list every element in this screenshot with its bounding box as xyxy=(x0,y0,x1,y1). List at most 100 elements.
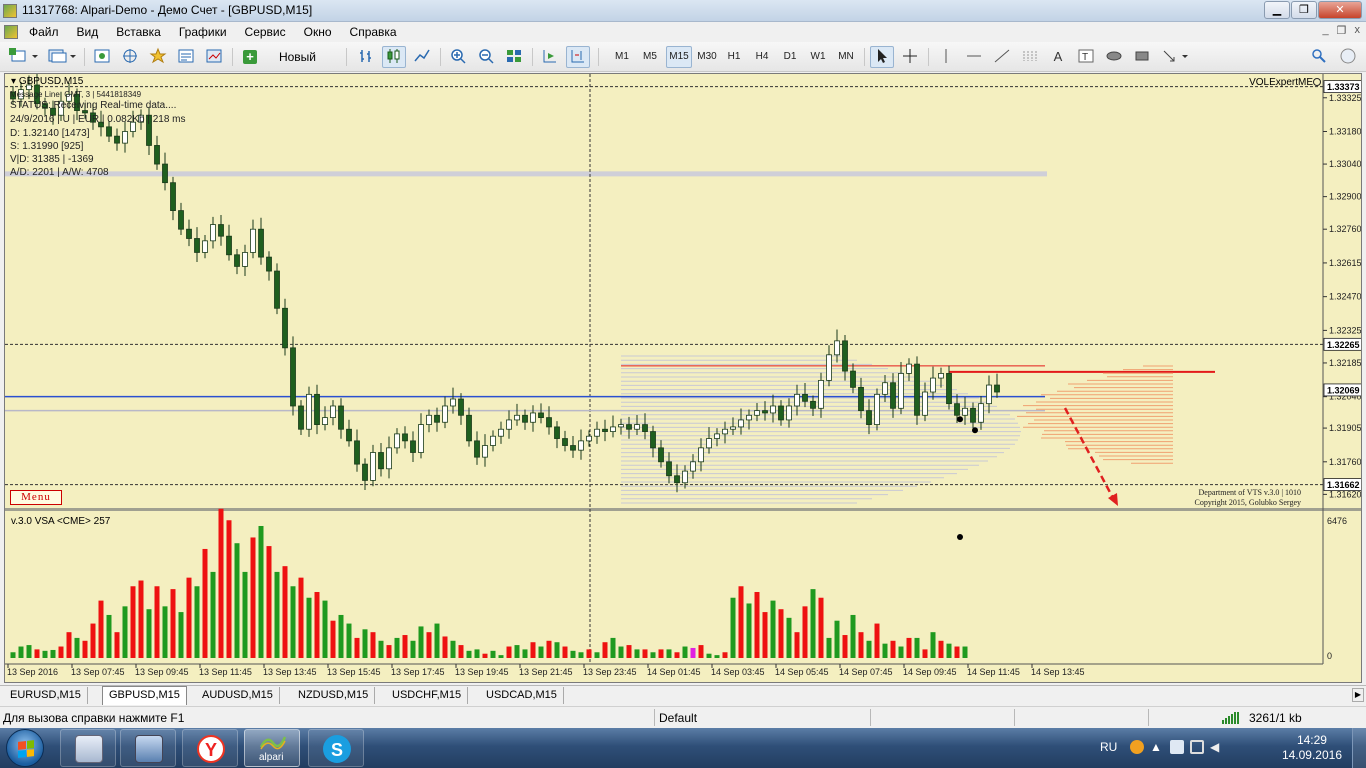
autoscroll-button[interactable] xyxy=(538,46,562,68)
menu-tools[interactable]: Сервис xyxy=(245,25,286,39)
tab-usdchf[interactable]: USDCHF,M15 xyxy=(386,687,469,704)
menu-window[interactable]: Окно xyxy=(304,25,332,39)
menu-charts[interactable]: Графики xyxy=(179,25,227,39)
volume-bar xyxy=(50,649,56,658)
start-button[interactable] xyxy=(6,729,44,767)
profiles-button[interactable] xyxy=(44,46,78,68)
tray-monitor-icon[interactable] xyxy=(1190,740,1204,754)
timeframe-m5[interactable]: M5 xyxy=(638,46,662,68)
tab-audusd[interactable]: AUDUSD,M15 xyxy=(196,687,280,704)
price-chart[interactable]: 1.33325 1.33180 1.33040 1.32900 1.32760 1.326… xyxy=(5,74,1362,683)
menu-file[interactable]: Файл xyxy=(29,25,59,39)
vertical-line-button[interactable] xyxy=(934,46,958,68)
price-tick-label: 1.32760 xyxy=(1329,224,1362,234)
volume-bar xyxy=(274,571,280,658)
show-desktop-button[interactable] xyxy=(1352,728,1366,768)
candle-body xyxy=(338,405,344,430)
mdi-restore-button[interactable]: ❐ xyxy=(1337,24,1347,37)
tray-app-icon[interactable] xyxy=(1130,740,1144,754)
tile-windows-button[interactable] xyxy=(502,46,526,68)
volume-bar xyxy=(554,642,560,658)
arrows-button[interactable] xyxy=(1158,46,1192,68)
horizontal-line-button[interactable] xyxy=(962,46,986,68)
crosshair-button[interactable] xyxy=(898,46,922,68)
candle-body xyxy=(762,410,768,414)
timeframe-m1[interactable]: M1 xyxy=(610,46,634,68)
minimize-button[interactable]: ▁ xyxy=(1264,1,1290,19)
tester-button[interactable] xyxy=(202,46,226,68)
volume-bar xyxy=(386,645,392,658)
community-button[interactable] xyxy=(1334,46,1362,68)
tray-network-icon[interactable] xyxy=(1170,740,1184,754)
taskbar-yandex-browser[interactable]: Y xyxy=(182,729,238,767)
time-tick-label: 13 Sep 11:45 xyxy=(199,667,252,677)
close-button[interactable]: ✕ xyxy=(1318,1,1362,19)
cursor-button[interactable] xyxy=(870,46,894,68)
timeframe-m15[interactable]: M15 xyxy=(666,46,692,68)
volume-bar xyxy=(850,614,856,658)
chart-shift-button[interactable] xyxy=(566,46,590,68)
zoom-in-button[interactable] xyxy=(446,46,470,68)
bar-chart-button[interactable] xyxy=(354,46,378,68)
tab-usdcad[interactable]: USDCAD,M15 xyxy=(480,687,564,704)
trendline-button[interactable] xyxy=(990,46,1014,68)
mdi-close-button[interactable]: x xyxy=(1355,24,1361,37)
volume-bar xyxy=(882,643,888,658)
timeframe-w1[interactable]: W1 xyxy=(806,46,830,68)
rectangle-button[interactable] xyxy=(1130,46,1154,68)
new-order-button[interactable]: + Новый ордер xyxy=(238,46,340,84)
volume-bar xyxy=(490,650,496,658)
tabs-scroll-right-icon[interactable]: ▶ xyxy=(1352,688,1364,702)
candle-body xyxy=(210,224,216,242)
search-button[interactable] xyxy=(1308,46,1330,68)
candle-body xyxy=(362,463,368,481)
line-chart-button[interactable] xyxy=(410,46,434,68)
mdi-minimize-button[interactable]: _ xyxy=(1323,24,1329,37)
tab-eurusd[interactable]: EURUSD,M15 xyxy=(4,687,88,704)
volume-bar xyxy=(370,632,376,658)
info-supply: S: 1.31990 [925] xyxy=(10,141,84,152)
chart-window-icon[interactable] xyxy=(4,25,18,39)
text-tool-button[interactable]: A xyxy=(1046,46,1070,68)
timeframe-mn[interactable]: MN xyxy=(834,46,858,68)
terminal-button[interactable] xyxy=(174,46,198,68)
text-label-button[interactable]: T xyxy=(1074,46,1098,68)
new-chart-button[interactable] xyxy=(6,46,40,68)
language-indicator[interactable]: RU xyxy=(1100,740,1117,754)
candle-body xyxy=(850,370,856,388)
chart-window[interactable]: 1.33325 1.33180 1.33040 1.32900 1.32760 1.326… xyxy=(4,73,1362,683)
zoom-out-button[interactable] xyxy=(474,46,498,68)
timeframe-d1[interactable]: D1 xyxy=(778,46,802,68)
menu-insert[interactable]: Вставка xyxy=(116,25,161,39)
taskbar-skype[interactable]: S xyxy=(308,729,364,767)
tray-expand-icon[interactable]: ▲ xyxy=(1150,740,1164,754)
timeframe-h1[interactable]: H1 xyxy=(722,46,746,68)
taskbar-network[interactable] xyxy=(120,729,176,767)
taskbar-alpari-terminal[interactable]: alpari xyxy=(244,729,300,767)
menu-view[interactable]: Вид xyxy=(77,25,99,39)
timeframe-m30[interactable]: M30 xyxy=(694,46,720,68)
taskbar-calculator[interactable] xyxy=(60,729,116,767)
volume-bar xyxy=(890,640,896,658)
candle-body xyxy=(570,445,576,451)
timeframe-h4[interactable]: H4 xyxy=(750,46,774,68)
volume-bar xyxy=(818,597,824,658)
time-tick-label: 13 Sep 07:45 xyxy=(71,667,125,677)
experts-button[interactable] xyxy=(146,46,170,68)
channel-button[interactable] xyxy=(1018,46,1042,68)
taskbar-clock[interactable]: 14:29 14.09.2016 xyxy=(1282,733,1342,763)
candle-body xyxy=(274,270,280,309)
tab-nzdusd[interactable]: NZDUSD,M15 xyxy=(292,687,376,704)
restore-button[interactable]: ❐ xyxy=(1291,1,1317,19)
volume-bar xyxy=(170,589,176,658)
volume-bar xyxy=(82,640,88,658)
candlestick-button[interactable] xyxy=(382,46,406,68)
tab-gbpusd[interactable]: GBPUSD,M15 xyxy=(102,686,187,705)
tray-volume-icon[interactable]: ◀ xyxy=(1210,740,1224,754)
menu-help[interactable]: Справка xyxy=(350,25,397,39)
volume-max-label: 6476 xyxy=(1327,516,1347,526)
indicator-menu-button[interactable]: Menu xyxy=(10,490,62,505)
ellipse-button[interactable] xyxy=(1102,46,1126,68)
navigator-button[interactable] xyxy=(118,46,142,68)
market-watch-button[interactable] xyxy=(90,46,114,68)
